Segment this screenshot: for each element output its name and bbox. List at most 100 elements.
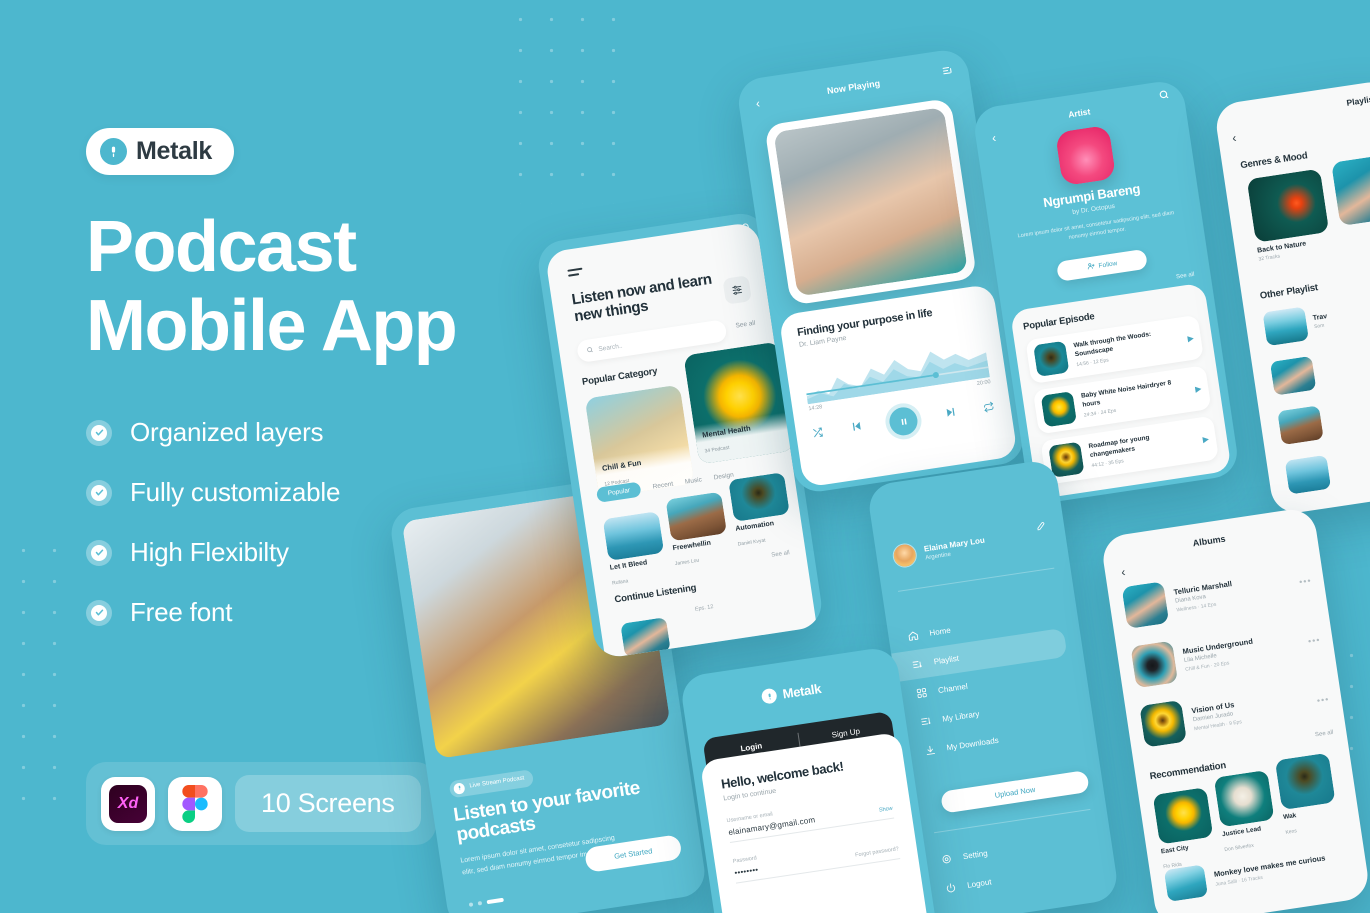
feature-item: Organized layers <box>86 417 516 448</box>
repeat-icon[interactable] <box>982 399 996 418</box>
skip-forward-icon[interactable] <box>943 405 958 425</box>
pause-icon[interactable] <box>887 405 920 438</box>
sidebar-item-label: My Downloads <box>946 735 1000 753</box>
album-thumb <box>1130 640 1179 689</box>
podcast-author: James Lou <box>674 557 700 568</box>
screen-albums: Albums ‹ Telluric Marshall Diana Kova We… <box>1099 506 1370 913</box>
format-badges: Xd 10 Screens <box>86 762 436 845</box>
genre-card[interactable] <box>1331 151 1370 227</box>
sidebar-item-label: Playlist <box>933 653 960 667</box>
album-thumb <box>1121 581 1170 629</box>
brand-logo: Metalk <box>86 128 235 175</box>
albums-header: Albums <box>1192 533 1227 549</box>
search-placeholder: Search.. <box>597 342 623 353</box>
playlist-header: Playlist <box>1345 93 1370 108</box>
list-item[interactable] <box>1284 454 1332 495</box>
list-item[interactable] <box>1277 405 1324 446</box>
podcast-author: Daniel Kvyat <box>737 537 767 548</box>
shuffle-icon[interactable] <box>811 424 825 443</box>
microphone-icon <box>100 138 127 165</box>
genres-mood-title: Genres & Mood <box>1239 150 1309 172</box>
edit-icon[interactable] <box>1035 520 1047 534</box>
live-stream-badge: Live Stream Podcast <box>448 768 535 798</box>
check-circle-icon <box>86 479 112 506</box>
table-row[interactable]: Vision of Us Damien Jurado Mental Health… <box>1139 678 1332 748</box>
sidebar-item-label: My Library <box>941 709 981 724</box>
avatar <box>891 541 919 570</box>
recommendation-card[interactable]: Justice Lead Don Silverfox <box>1213 769 1279 856</box>
avatar <box>1054 124 1117 187</box>
skip-back-icon[interactable] <box>849 419 864 439</box>
screen-login: Metalk Login Sign Up Hello, welcome back… <box>679 645 939 913</box>
tab-music[interactable]: Music <box>685 476 703 485</box>
album-thumb <box>1139 699 1188 748</box>
category-title: Mental Health <box>701 423 752 440</box>
recommendation-artist: Don Silverfox <box>1224 842 1255 854</box>
recommendation-artist: Kens <box>1285 828 1298 836</box>
check-circle-icon <box>86 419 112 446</box>
play-icon[interactable]: ▶ <box>1187 333 1194 343</box>
microphone-icon <box>452 781 466 795</box>
feature-label: Free font <box>130 597 233 628</box>
list-item[interactable] <box>1269 355 1317 396</box>
adobe-xd-icon: Xd <box>101 776 155 831</box>
sidebar-item-label: Setting <box>962 848 989 862</box>
table-row[interactable]: Music Underground Lila Michelle Chill & … <box>1130 619 1323 689</box>
table-row[interactable]: Telluric Marshall Diana Kova Wellness · … <box>1121 559 1315 629</box>
password-field[interactable]: Password •••••••• Forgot password? <box>732 834 901 884</box>
headline-line-2: Mobile App <box>86 286 458 367</box>
check-circle-icon <box>86 599 112 626</box>
genre-card[interactable]: Back to Nature 32 Tracks <box>1246 168 1333 263</box>
hamburger-icon[interactable] <box>567 267 585 279</box>
email-field[interactable]: Username or email elainamary@gmail.com S… <box>726 793 895 844</box>
episode-thumb <box>1033 340 1070 378</box>
feature-label: High Flexibilty <box>130 537 289 568</box>
recommendation-card[interactable]: Wak Kens <box>1274 752 1340 839</box>
category-meta: 34 Podcast <box>704 444 730 455</box>
see-all-link[interactable]: See all <box>1176 272 1195 281</box>
recommendation-card[interactable]: East City Flo Rida <box>1152 787 1218 873</box>
user-plus-icon <box>1086 261 1095 272</box>
home-title: Listen now and learn new things <box>570 270 713 326</box>
chevron-left-icon[interactable]: ‹ <box>991 131 997 145</box>
adobe-xd-label: Xd <box>109 784 147 823</box>
login-form: Hello, welcome back! Login to continue U… <box>699 731 932 913</box>
more-icon[interactable]: ••• <box>1316 694 1330 706</box>
see-all-link[interactable]: See all <box>1315 730 1334 739</box>
tab-recent[interactable]: Recent <box>652 481 673 491</box>
upload-now-button[interactable]: Upload Now <box>940 770 1090 814</box>
divider <box>897 567 1055 592</box>
playlist-icon <box>910 658 924 671</box>
see-all-link[interactable]: See all <box>735 320 756 330</box>
follow-label: Follow <box>1098 259 1118 270</box>
live-stream-label: Live Stream Podcast <box>469 775 525 790</box>
check-circle-icon <box>86 539 112 566</box>
podcast-card[interactable]: Automation Daniel Kvyat <box>728 472 794 550</box>
sidebar-item-label: Channel <box>937 681 969 696</box>
podcast-card[interactable]: Let It Bleed Rufana <box>602 511 669 589</box>
follow-button[interactable]: Follow <box>1056 248 1148 282</box>
home-icon <box>906 629 920 642</box>
play-icon[interactable]: ▶ <box>1202 434 1209 444</box>
user-profile[interactable]: Elaina Mary Lou Argentine <box>891 532 987 570</box>
more-icon[interactable]: ••• <box>1307 635 1321 647</box>
search-icon <box>586 345 594 355</box>
more-icon[interactable]: ••• <box>1298 575 1312 587</box>
screens-count-badge: 10 Screens <box>235 775 421 832</box>
sidebar-item-label: Home <box>928 625 952 638</box>
continue-see-all-link[interactable]: See all <box>771 550 790 559</box>
equalizer-icon[interactable] <box>722 275 752 305</box>
brand-name: Metalk <box>781 680 823 702</box>
playlist-icon[interactable] <box>941 64 954 79</box>
album-thumb <box>1163 864 1209 902</box>
brand-name: Metalk <box>136 137 213 165</box>
play-icon[interactable]: ▶ <box>1194 384 1201 394</box>
continue-meta: Eps. 12 <box>694 603 714 613</box>
brand-logo: Metalk <box>683 669 901 716</box>
gear-icon <box>939 853 953 866</box>
drawer-nav: Home Playlist Channel My Library My Down… <box>887 597 1096 768</box>
podcast-card[interactable]: Freewhellin James Lou <box>665 491 731 570</box>
chevron-left-icon[interactable]: ‹ <box>1231 131 1237 145</box>
chevron-left-icon[interactable]: ‹ <box>1120 565 1126 579</box>
player-panel: Finding your purpose in life Dr. Liam Pa… <box>778 283 1018 488</box>
